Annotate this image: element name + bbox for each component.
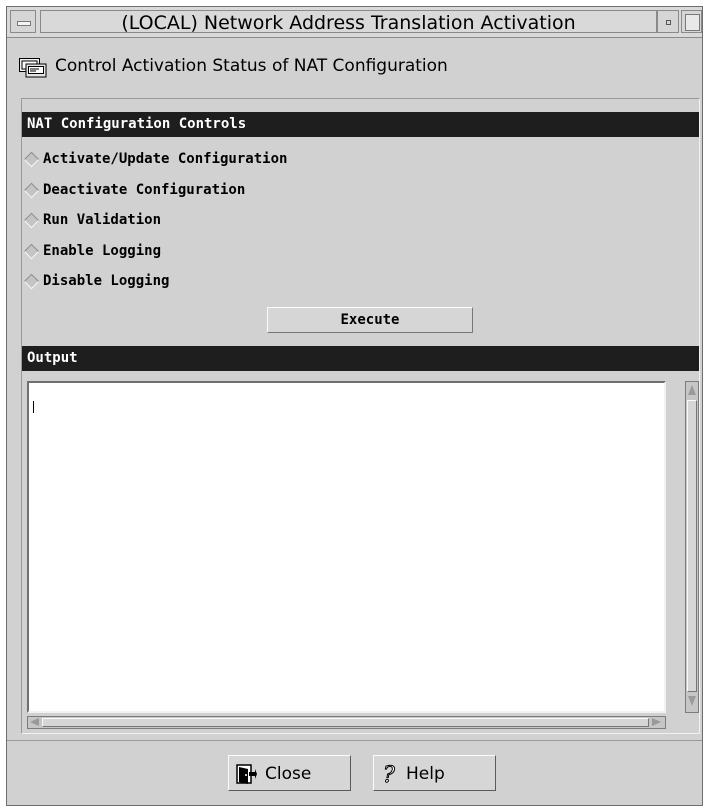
window-title: (LOCAL) Network Address Translation Acti… xyxy=(121,12,576,34)
radio-button[interactable] xyxy=(23,151,40,168)
console-window-icon xyxy=(19,58,47,78)
nat-panel: NAT Configuration Controls Activate/Upda… xyxy=(21,98,700,734)
scroll-left-arrow-icon[interactable] xyxy=(30,718,39,726)
option-label: Activate/Update Configuration xyxy=(43,151,288,167)
output-vertical-scrollbar[interactable] xyxy=(685,381,699,713)
svg-text:?: ? xyxy=(383,763,395,785)
vertical-scroll-thumb[interactable] xyxy=(687,400,697,692)
controls-section-header: NAT Configuration Controls xyxy=(22,112,699,137)
help-button-label: Help xyxy=(406,764,445,784)
radio-button[interactable] xyxy=(23,243,40,260)
output-textarea[interactable] xyxy=(27,381,666,713)
text-cursor xyxy=(33,401,34,413)
footer-divider xyxy=(7,740,702,741)
scroll-down-arrow-icon[interactable] xyxy=(688,696,696,706)
maximize-button[interactable] xyxy=(681,10,702,33)
execute-button[interactable]: Execute xyxy=(267,307,473,333)
option-label: Disable Logging xyxy=(43,273,170,289)
horizontal-scroll-thumb[interactable] xyxy=(42,718,649,727)
minimize-icon xyxy=(666,20,671,25)
window-menu-button[interactable] xyxy=(10,10,36,33)
minimize-button[interactable] xyxy=(657,10,679,33)
close-button[interactable]: Close xyxy=(228,755,351,791)
close-button-label: Close xyxy=(265,764,312,784)
option-label: Enable Logging xyxy=(43,243,162,259)
door-exit-icon xyxy=(236,764,257,784)
title-bar[interactable]: (LOCAL) Network Address Translation Acti… xyxy=(7,7,702,38)
option-label: Deactivate Configuration xyxy=(43,182,246,198)
scroll-up-arrow-icon[interactable] xyxy=(688,385,696,395)
radio-button[interactable] xyxy=(23,182,40,199)
option-label: Run Validation xyxy=(43,212,162,228)
dialog-header-text: Control Activation Status of NAT Configu… xyxy=(55,56,448,76)
maximize-icon xyxy=(685,14,700,31)
output-section-header: Output xyxy=(22,346,699,371)
radio-button[interactable] xyxy=(23,273,40,290)
scroll-right-arrow-icon[interactable] xyxy=(652,718,661,726)
window-menu-icon xyxy=(17,21,31,26)
question-mark-icon: ? xyxy=(383,763,396,785)
radio-button[interactable] xyxy=(23,212,40,229)
nat-activation-window: (LOCAL) Network Address Translation Acti… xyxy=(6,6,703,806)
help-button[interactable]: ? Help xyxy=(373,755,496,791)
output-horizontal-scrollbar[interactable] xyxy=(27,716,666,729)
title-box[interactable]: (LOCAL) Network Address Translation Acti… xyxy=(40,10,657,34)
